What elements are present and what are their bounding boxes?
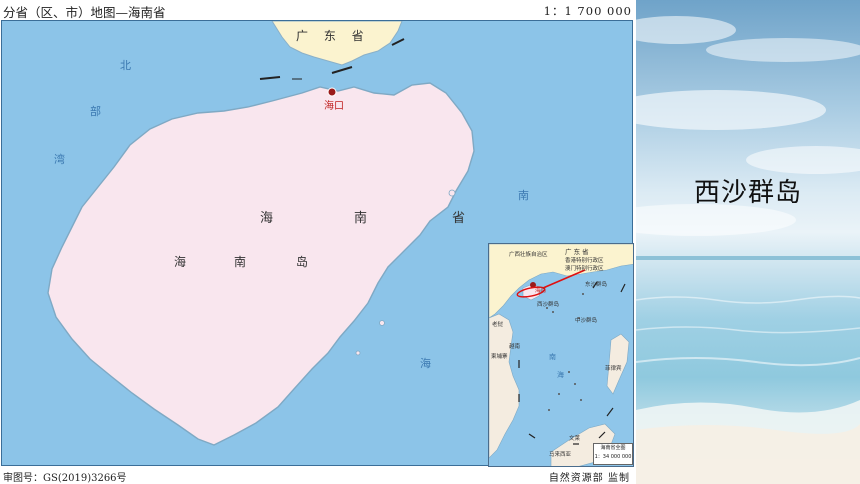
map-footer: 审图号：GS(2019)3266号 自然资源部 监制 <box>0 466 636 484</box>
map-scale: 1：1 700 000 <box>543 4 632 18</box>
island-char-1: 海 <box>174 255 187 269</box>
inset-xisha-label: 西沙群岛 <box>537 302 560 308</box>
haikou-capital-dot <box>327 87 337 97</box>
inset-hainan-label: 海南 <box>535 288 547 294</box>
publisher-credit: 自然资源部 监制 <box>548 473 630 484</box>
inset-malaysia-label: 马来西亚 <box>549 452 572 458</box>
beibu-gulf-char-1: 北 <box>120 59 131 72</box>
inset-zhongsha-label: 中沙群岛 <box>575 318 598 324</box>
inset-sea-char-2: 海 <box>557 371 564 379</box>
inset-macau-label: 澳门特别行政区 <box>565 266 604 272</box>
xisha-photo-panel: 西沙群岛 <box>636 0 860 484</box>
haikou-label: 海口 <box>324 101 344 112</box>
inset-brunei-label: 文莱 <box>569 436 581 442</box>
map-header: 分省（区、市）地图—海南省 1：1 700 000 <box>0 0 636 20</box>
inset-caption-title: 海南省全图 <box>600 445 626 451</box>
inset-dongsha-label: 东沙群岛 <box>585 282 608 288</box>
inset-cambodia-label: 柬埔寨 <box>491 354 508 360</box>
province-char-3: 省 <box>452 211 466 226</box>
hainan-island <box>47 82 475 446</box>
inset-hongkong-label: 香港特别行政区 <box>565 258 604 264</box>
xisha-title: 西沙群岛 <box>693 178 802 208</box>
beibu-gulf-char-2: 部 <box>90 105 101 118</box>
inset-caption-scale: 1：34 000 000 <box>594 454 632 460</box>
inset-map-svg <box>489 244 633 466</box>
province-map-panel: 分省（区、市）地图—海南省 1：1 700 000 广 东 省 海口 海 南 省… <box>0 0 636 484</box>
inset-map: 广 东 省 广西壮族自治区 香港特别行政区 澳门特别行政区 海南 东沙群岛 西沙… <box>488 243 634 467</box>
inset-guangdong-label: 广 东 省 <box>565 248 589 256</box>
map-title: 分省（区、市）地图—海南省 <box>3 5 166 20</box>
south-sea-char-2: 海 <box>420 357 431 370</box>
inset-philippines-label: 菲律宾 <box>605 366 622 372</box>
island-char-3: 岛 <box>296 255 309 269</box>
guangdong-label: 广 东 省 <box>296 29 370 43</box>
beibu-gulf-char-3: 湾 <box>54 153 65 166</box>
inset-guangxi-label: 广西壮族自治区 <box>509 252 548 258</box>
south-sea-char-1: 南 <box>518 189 529 202</box>
sky-sea-illustration <box>636 16 860 484</box>
review-number: 审图号：GS(2019)3266号 <box>3 473 127 484</box>
island-char-2: 南 <box>234 255 247 269</box>
province-char-2: 南 <box>354 211 368 226</box>
inset-laos-label: 老挝 <box>492 322 504 328</box>
inset-vietnam-label: 越南 <box>509 344 521 350</box>
inset-sea-char-1: 南 <box>549 353 556 361</box>
inset-caption: 海南省全图 1：34 000 000 <box>593 443 633 465</box>
province-char-1: 海 <box>260 211 274 226</box>
